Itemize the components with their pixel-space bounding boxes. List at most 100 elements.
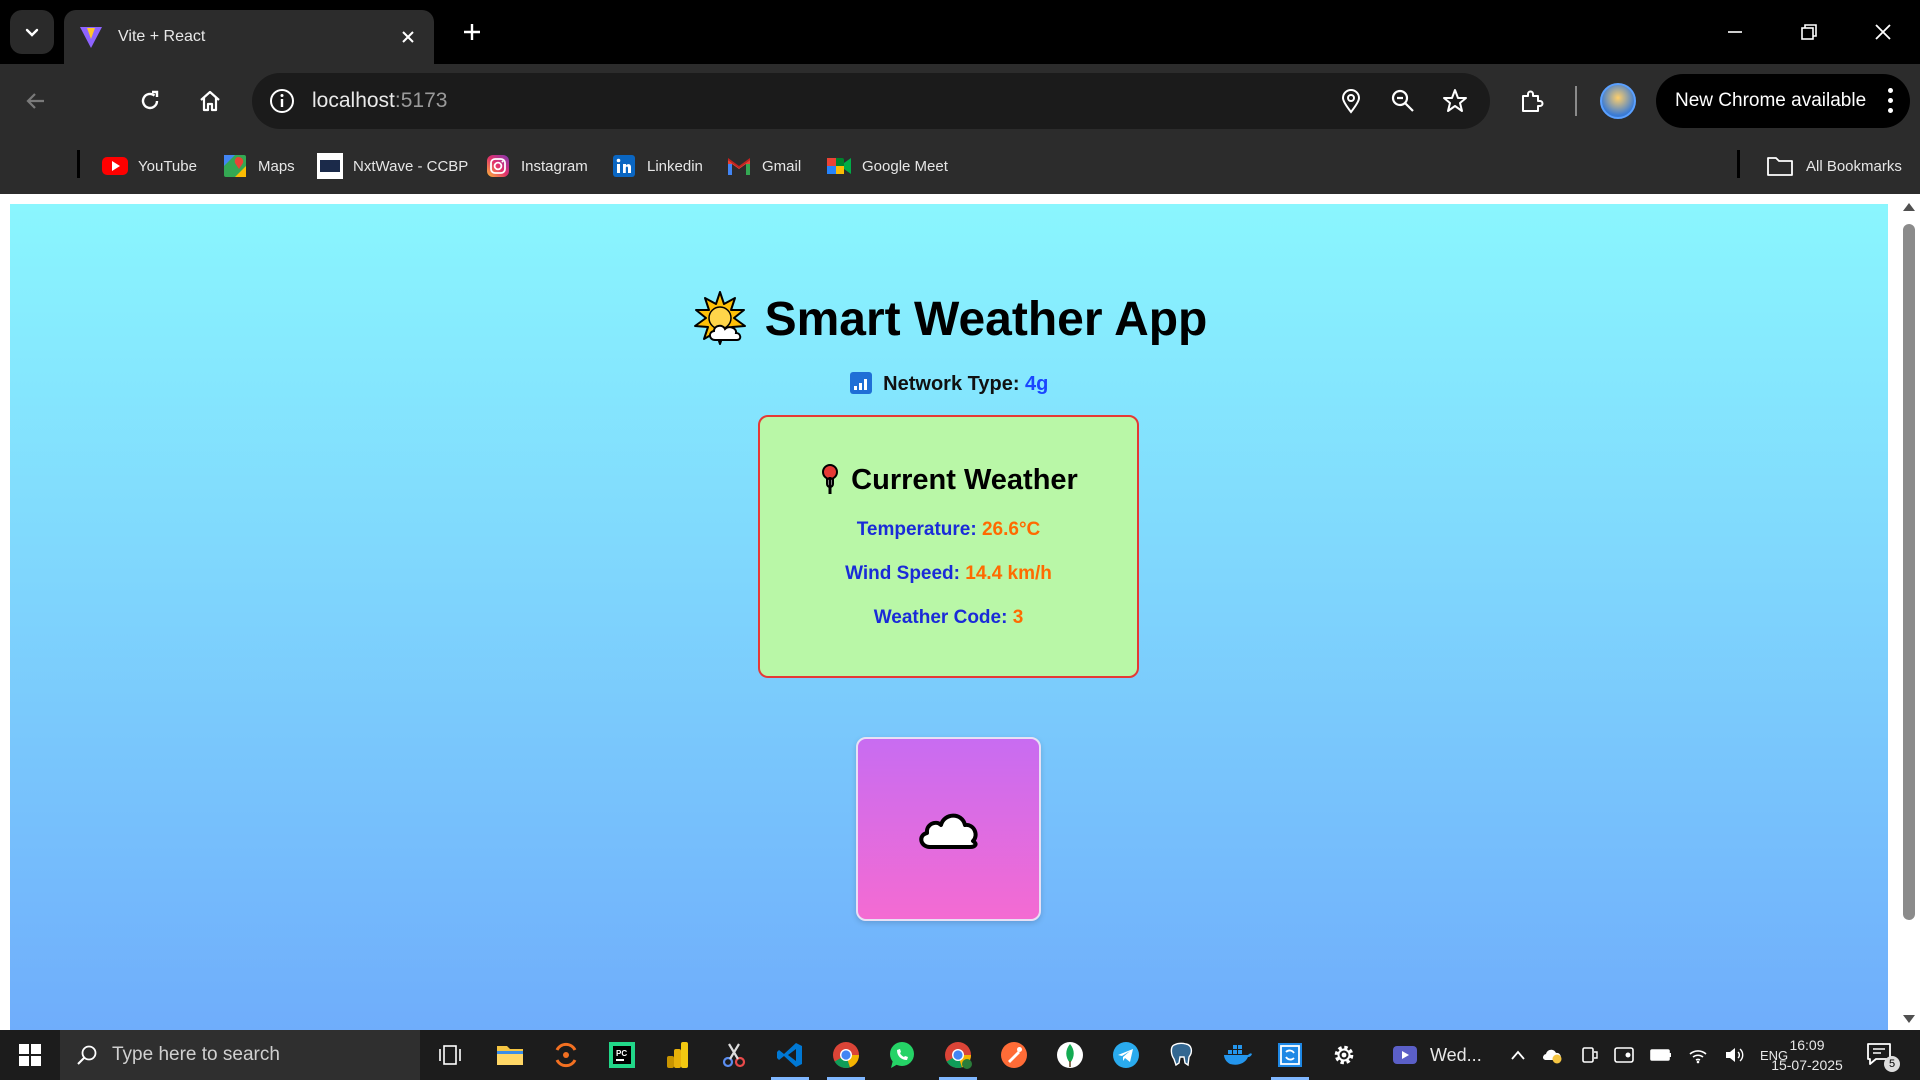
extensions-button[interactable]: [1508, 77, 1556, 125]
plus-icon: [464, 24, 480, 40]
network-value: 4g: [1025, 373, 1049, 395]
taskbar-clock[interactable]: 16:09 15-07-2025: [1762, 1035, 1852, 1075]
bookmark-google-meet[interactable]: Google Meet: [826, 151, 948, 181]
orange-ring-icon: [555, 1042, 577, 1068]
scroll-down-icon[interactable]: [1902, 1012, 1916, 1026]
settings-button[interactable]: [1321, 1035, 1367, 1075]
wind-speed-value: 14.4 km/h: [965, 563, 1052, 584]
minimize-button[interactable]: [1712, 10, 1758, 54]
search-placeholder: Type here to search: [112, 1044, 280, 1065]
notification-center-button[interactable]: 5: [1866, 1042, 1900, 1072]
chrome-button[interactable]: [823, 1035, 869, 1080]
thermometer-icon: [822, 464, 839, 494]
svg-text:PC: PC: [616, 1049, 627, 1058]
postgresql-button[interactable]: [1159, 1035, 1205, 1075]
cloud-icon: [918, 813, 978, 849]
all-bookmarks-button[interactable]: All Bookmarks: [1766, 151, 1902, 181]
start-button[interactable]: [0, 1030, 60, 1080]
update-label: New Chrome available: [1675, 90, 1867, 111]
back-button[interactable]: [12, 77, 60, 125]
tab-search-button[interactable]: [10, 10, 54, 54]
system-tray: ENG: [1510, 1030, 1788, 1080]
bookmark-maps[interactable]: Maps: [222, 151, 295, 181]
gear-icon: [1334, 1045, 1354, 1065]
taskbar-search-box[interactable]: Type here to search: [60, 1030, 420, 1080]
current-weather-card: Current Weather Temperature: 26.6°C Wind…: [758, 415, 1139, 678]
bookmark-gmail[interactable]: Gmail: [726, 151, 801, 181]
whatsapp-button[interactable]: [879, 1035, 925, 1075]
app-title-text: Smart Weather App: [764, 292, 1208, 346]
site-info-icon[interactable]: [264, 83, 300, 119]
postman-button[interactable]: [991, 1035, 1037, 1075]
bookmark-youtube[interactable]: YouTube: [102, 151, 197, 181]
telegram-button[interactable]: [1103, 1035, 1149, 1075]
close-tab-icon[interactable]: [396, 25, 420, 49]
chevron-up-icon[interactable]: [1510, 1049, 1526, 1061]
nxtwave-icon: [317, 153, 343, 179]
meet-now-icon[interactable]: [1614, 1046, 1634, 1064]
azure-data-studio-button[interactable]: [1267, 1035, 1313, 1080]
active-tab[interactable]: Vite + React: [64, 10, 434, 64]
home-icon: [200, 90, 220, 112]
battery-icon[interactable]: [1650, 1048, 1672, 1062]
telegram-icon: [1113, 1042, 1139, 1068]
card-title: Current Weather: [760, 463, 1137, 497]
pinned-window-label: Wed...: [1430, 1044, 1482, 1065]
chrome-profile-button[interactable]: [935, 1035, 981, 1080]
pinned-window-button[interactable]: Wed...: [1392, 1035, 1482, 1075]
mongodb-compass-button[interactable]: [1047, 1035, 1093, 1075]
bookmark-star-icon[interactable]: [1434, 81, 1476, 121]
tab-title: Vite + React: [118, 28, 206, 45]
restore-icon: [1801, 24, 1817, 40]
chevron-down-icon: [25, 28, 39, 37]
instagram-icon: [485, 153, 511, 179]
url-text: localhost:5173: [312, 89, 448, 112]
close-window-button[interactable]: [1860, 10, 1906, 54]
bookmark-nxtwave[interactable]: NxtWave - CCBP: [317, 151, 468, 181]
temperature-row: Temperature: 26.6°C: [856, 519, 1041, 540]
vscode-button[interactable]: [767, 1035, 813, 1080]
reload-button[interactable]: [126, 77, 174, 125]
more-menu-icon[interactable]: [1888, 88, 1894, 113]
bookmarks-bar: YouTube Maps NxtWave - CCBP Instagram Li…: [0, 138, 1920, 194]
notification-count-badge: 5: [1884, 1056, 1900, 1072]
windows-taskbar: Type here to search PC Wed... ENG 16:09 …: [0, 1030, 1920, 1080]
docker-whale-icon: [1224, 1045, 1252, 1065]
profile-avatar[interactable]: [1600, 83, 1636, 119]
vertical-scrollbar[interactable]: [1898, 194, 1920, 1030]
bookmark-linkedin[interactable]: Linkedin: [611, 151, 703, 181]
network-label: Network Type:: [883, 373, 1020, 395]
file-explorer-button[interactable]: [487, 1035, 533, 1075]
folder-icon: [497, 1046, 523, 1065]
browser-title-bar: Vite + React: [0, 0, 1920, 64]
vscode-icon: [777, 1043, 802, 1067]
snipping-tool-button[interactable]: [711, 1035, 757, 1075]
wifi-icon[interactable]: [1688, 1046, 1708, 1064]
new-chrome-available-button[interactable]: New Chrome available: [1656, 74, 1910, 128]
scroll-up-icon[interactable]: [1902, 200, 1916, 214]
weather-code-value: 3: [1012, 607, 1024, 628]
new-tab-button[interactable]: [454, 14, 490, 50]
minimize-icon: [1728, 31, 1742, 33]
restore-button[interactable]: [1786, 10, 1832, 54]
location-icon[interactable]: [1330, 81, 1372, 121]
address-bar[interactable]: localhost:5173: [252, 73, 1490, 129]
google-meet-icon: [826, 153, 852, 179]
zoom-icon[interactable]: [1382, 81, 1424, 121]
bookmark-instagram[interactable]: Instagram: [485, 151, 588, 181]
app-orange-ring-button[interactable]: [543, 1035, 589, 1075]
pycharm-icon: PC: [609, 1042, 635, 1068]
pycharm-button[interactable]: PC: [599, 1035, 645, 1075]
arrow-left-icon: [26, 93, 44, 109]
task-view-button[interactable]: [427, 1035, 473, 1075]
wind-speed-row: Wind Speed: 14.4 km/h: [845, 563, 1052, 584]
docker-button[interactable]: [1215, 1035, 1261, 1075]
onedrive-warning-icon[interactable]: [1542, 1046, 1564, 1064]
gmail-icon: [726, 153, 752, 179]
device-icon[interactable]: [1580, 1046, 1598, 1064]
speaker-icon[interactable]: [1724, 1046, 1744, 1064]
home-button[interactable]: [186, 77, 234, 125]
scrollbar-thumb[interactable]: [1903, 224, 1915, 920]
task-view-icon: [439, 1045, 461, 1065]
power-bi-button[interactable]: [655, 1035, 701, 1075]
